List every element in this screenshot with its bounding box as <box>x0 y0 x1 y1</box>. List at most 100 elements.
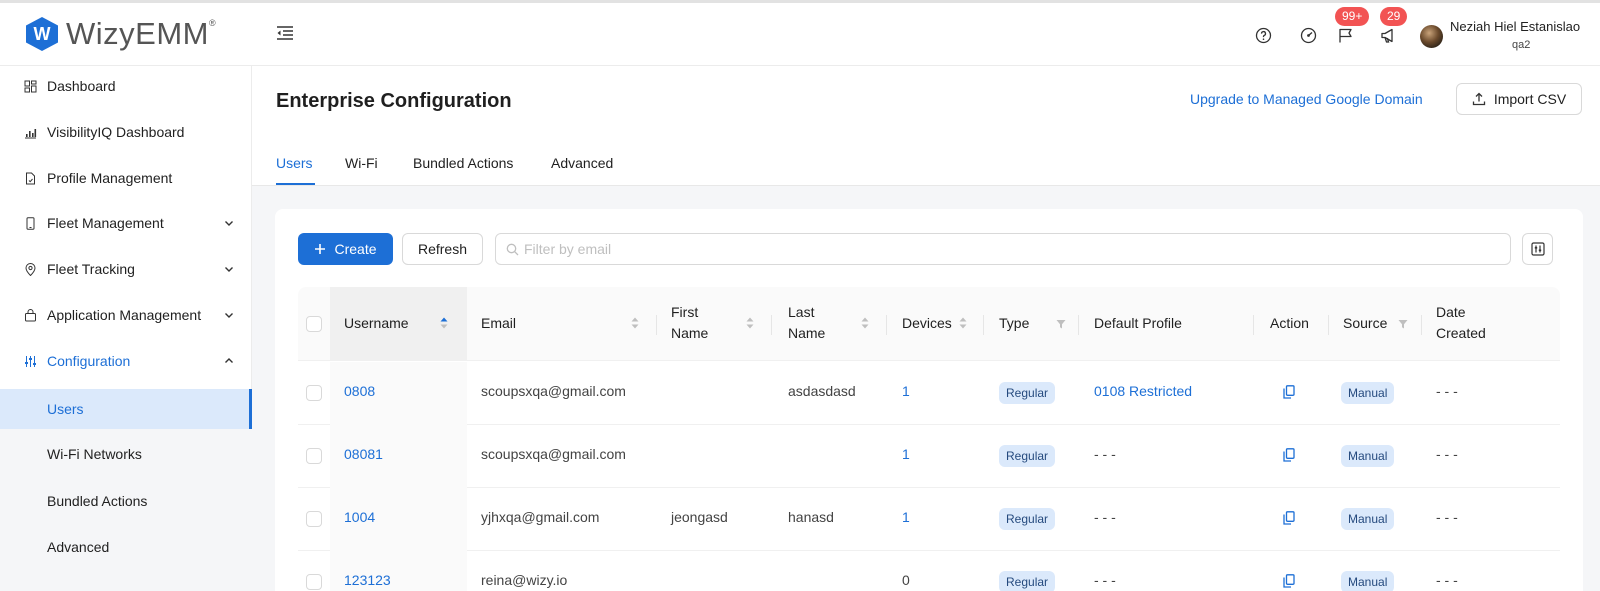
column-header-last-name[interactable]: Last Name <box>788 302 825 344</box>
dashboard-gauge-icon[interactable] <box>1298 25 1318 45</box>
sidebar-item-application-management[interactable]: Application Management <box>0 295 252 335</box>
chart-icon <box>25 128 37 138</box>
copy-icon[interactable] <box>1283 448 1295 462</box>
email-cell: yjhxqa@gmail.com <box>481 509 600 525</box>
sidebar-item-label: Application Management <box>47 307 202 323</box>
sort-icon[interactable] <box>861 317 869 329</box>
select-all-checkbox[interactable] <box>306 316 322 332</box>
sort-icon[interactable] <box>440 317 448 329</box>
source-tag: Manual <box>1341 382 1395 404</box>
sidebar-item-dashboard[interactable]: Dashboard <box>0 66 252 106</box>
filter-icon[interactable] <box>1056 319 1066 329</box>
table-row: 1004 yjhxqa@gmail.com jeongasd hanasd 1 … <box>298 488 1560 551</box>
column-header-text: Name <box>671 325 709 341</box>
date-created-cell: - - - <box>1436 383 1458 399</box>
type-tag: Regular <box>999 382 1056 404</box>
phone-icon <box>26 216 35 230</box>
sidebar-item-fleet-tracking[interactable]: Fleet Tracking <box>0 249 252 289</box>
refresh-button[interactable]: Refresh <box>402 233 483 265</box>
column-header-text: Name <box>788 325 826 341</box>
upgrade-google-domain-link[interactable]: Upgrade to Managed Google Domain <box>1190 91 1423 107</box>
top-bar: W WizyEMM® 99+ 29 Neziah Hiel Estanislao… <box>0 0 1600 66</box>
chevron-up-icon <box>225 358 233 363</box>
sidebar-item-label: Fleet Management <box>47 215 164 231</box>
plus-icon <box>315 244 326 254</box>
sidebar-item-configuration[interactable]: Configuration <box>0 341 252 381</box>
avatar[interactable] <box>1420 25 1443 48</box>
search-icon <box>506 243 519 256</box>
column-header-text: First <box>671 304 699 320</box>
email-cell: scoupsxqa@gmail.com <box>481 383 626 399</box>
user-name[interactable]: Neziah Hiel Estanislao <box>1450 19 1580 34</box>
copy-icon[interactable] <box>1283 385 1295 399</box>
devices-link[interactable]: 1 <box>902 509 910 525</box>
create-button[interactable]: Create <box>298 233 393 265</box>
date-created-cell: - - - <box>1436 572 1458 588</box>
source-tag: Manual <box>1341 508 1395 530</box>
help-icon[interactable] <box>1253 25 1273 45</box>
row-checkbox[interactable] <box>306 511 322 527</box>
megaphone-icon[interactable] <box>1379 25 1399 45</box>
column-settings-icon <box>1530 242 1545 256</box>
import-csv-button[interactable]: Import CSV <box>1456 83 1582 115</box>
sort-icon[interactable] <box>959 317 967 329</box>
sort-icon[interactable] <box>631 317 639 329</box>
configuration-submenu: Users Wi-Fi Networks Bundled Actions Adv… <box>0 389 252 591</box>
column-header-text: Created <box>1436 325 1486 341</box>
source-tag: Manual <box>1341 445 1395 467</box>
row-checkbox[interactable] <box>306 574 322 590</box>
filter-by-email-input[interactable] <box>495 233 1511 265</box>
date-created-cell: - - - <box>1436 446 1458 462</box>
source-tag: Manual <box>1341 571 1395 591</box>
default-profile-link[interactable]: 0108 Restricted <box>1094 383 1192 399</box>
username-link[interactable]: 123123 <box>344 572 391 588</box>
column-settings-button[interactable] <box>1522 233 1553 265</box>
devices-link[interactable]: 1 <box>902 446 910 462</box>
user-role: qa2 <box>1512 39 1531 51</box>
column-header-username[interactable]: Username <box>344 313 409 334</box>
sidebar-item-label: Wi-Fi Networks <box>47 446 142 462</box>
sidebar-item-wifi-networks[interactable]: Wi-Fi Networks <box>0 434 252 474</box>
column-header-date-created[interactable]: Date Created <box>1436 302 1486 344</box>
username-link[interactable]: 0808 <box>344 383 375 399</box>
file-icon <box>26 172 35 184</box>
sidebar-item-profile-management[interactable]: Profile Management <box>0 158 252 198</box>
import-csv-label: Import CSV <box>1493 91 1567 107</box>
sidebar-item-label: Fleet Tracking <box>47 261 135 277</box>
devices-link[interactable]: 1 <box>902 383 910 399</box>
default-profile-cell: - - - <box>1094 572 1116 588</box>
sidebar-item-label: Configuration <box>47 353 131 369</box>
copy-icon[interactable] <box>1283 511 1295 525</box>
sort-icon[interactable] <box>746 317 754 329</box>
page-header: Enterprise Configuration Upgrade to Mana… <box>252 66 1600 186</box>
copy-icon[interactable] <box>1283 574 1295 588</box>
column-header-text: Last <box>788 304 815 320</box>
date-created-cell: - - - <box>1436 509 1458 525</box>
active-tab-indicator <box>276 183 315 185</box>
sidebar: Dashboard VisibilityIQ Dashboard Profile… <box>0 66 252 591</box>
wizyemm-logo[interactable]: W WizyEMM® <box>26 16 216 52</box>
sidebar-item-visibilityiq-dashboard[interactable]: VisibilityIQ Dashboard <box>0 112 252 152</box>
column-header-default-profile[interactable]: Default Profile <box>1094 313 1182 334</box>
notifications-badge: 99+ <box>1335 7 1370 26</box>
tab-users[interactable]: Users <box>276 155 313 171</box>
row-checkbox[interactable] <box>306 385 322 401</box>
column-header-first-name[interactable]: First Name <box>671 302 708 344</box>
flag-icon[interactable] <box>1335 25 1355 45</box>
column-header-email[interactable]: Email <box>481 313 516 334</box>
column-header-type[interactable]: Type <box>999 313 1029 334</box>
collapse-sidebar-icon[interactable] <box>276 25 294 41</box>
column-header-devices[interactable]: Devices <box>902 313 952 334</box>
tab-wifi[interactable]: Wi-Fi <box>345 155 378 171</box>
filter-icon[interactable] <box>1398 319 1408 329</box>
username-link[interactable]: 1004 <box>344 509 375 525</box>
tab-bundled-actions[interactable]: Bundled Actions <box>413 155 513 171</box>
tab-advanced[interactable]: Advanced <box>551 155 613 171</box>
sidebar-item-advanced[interactable]: Advanced <box>0 527 252 567</box>
sidebar-item-bundled-actions[interactable]: Bundled Actions <box>0 481 252 521</box>
sidebar-item-fleet-management[interactable]: Fleet Management <box>0 203 252 243</box>
column-header-source[interactable]: Source <box>1343 313 1387 334</box>
username-link[interactable]: 08081 <box>344 446 383 462</box>
sidebar-item-users[interactable]: Users <box>0 389 252 429</box>
row-checkbox[interactable] <box>306 448 322 464</box>
